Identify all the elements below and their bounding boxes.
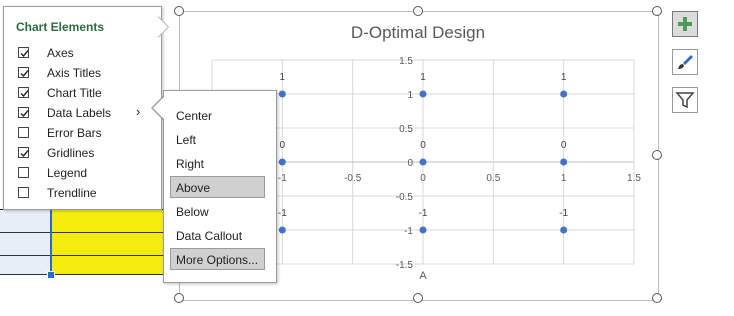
chart-filters-button[interactable] [672, 87, 698, 113]
chart-element-trendline[interactable]: Trendline [18, 183, 158, 203]
checkmark-icon [20, 150, 29, 158]
resize-handle-top-right[interactable] [652, 6, 662, 16]
chart-element-chart-title[interactable]: Chart Title [18, 83, 158, 103]
data-label: 1 [561, 72, 567, 83]
resize-handle-bottom-right[interactable] [652, 293, 662, 303]
data-point [278, 158, 286, 166]
tick-labels: -1 -0.5 0 0.5 1 1.5 1.5 1 0.5 0 -0.5 -1 -1.5 [278, 56, 642, 271]
data-point [278, 90, 286, 98]
checkbox[interactable] [18, 87, 29, 98]
data-label: -1 [419, 208, 428, 219]
data-point [560, 226, 568, 234]
data-label-option-center[interactable]: Center [170, 104, 265, 126]
data-label: 0 [561, 140, 567, 151]
resize-handle-top-left[interactable] [174, 6, 184, 16]
data-label: 1 [280, 72, 286, 83]
chart-elements-title: Chart Elements [16, 20, 105, 34]
chart-elements-button[interactable] [672, 11, 698, 37]
data-label-option-right[interactable]: Right [170, 152, 265, 174]
x-tick-label: 1 [561, 173, 567, 184]
flyout-pointer-fill [158, 17, 168, 37]
data-point [419, 226, 427, 234]
data-point [278, 226, 286, 234]
x-tick-label: 0.5 [486, 173, 500, 184]
checkbox[interactable] [18, 47, 29, 58]
checkmark-icon [20, 70, 29, 78]
y-tick-label: 0 [407, 158, 413, 169]
plus-icon [678, 17, 692, 31]
checkmark-icon [20, 90, 29, 98]
chart-element-label: Gridlines [47, 146, 95, 160]
y-tick-label: -1 [404, 226, 413, 237]
y-tick-label: -1.5 [396, 260, 414, 271]
data-label: -1 [559, 208, 568, 219]
chart-element-label: Axis Titles [47, 66, 102, 80]
resize-handle-bottom[interactable] [413, 293, 423, 303]
checkbox[interactable] [18, 127, 29, 138]
x-tick-label: -0.5 [344, 173, 362, 184]
chart-element-label: Legend [47, 166, 88, 180]
data-label-option-more-options[interactable]: More Options... [170, 248, 265, 270]
x-tick-label: 1.5 [627, 173, 641, 184]
data-label-option-below[interactable]: Below [170, 200, 265, 222]
checkbox[interactable] [18, 147, 29, 158]
chart-elements-panel: Chart Elements Axes Axis Titles Chart Titl… [3, 6, 162, 210]
resize-handle-right[interactable] [652, 150, 662, 160]
chart-element-label: Axes [47, 46, 74, 60]
chart-element-legend[interactable]: Legend [18, 163, 158, 183]
y-tick-label: -0.5 [396, 192, 414, 203]
resize-handle-bottom-left[interactable] [174, 293, 184, 303]
data-point [560, 90, 568, 98]
data-point [560, 158, 568, 166]
y-tick-label: 0.5 [399, 124, 413, 135]
y-tick-label: 1 [407, 90, 413, 101]
x-axis-title: A [419, 270, 427, 282]
resize-handle-top[interactable] [413, 6, 423, 16]
checkmark-icon [20, 110, 29, 118]
chart-styles-button[interactable] [672, 49, 698, 75]
chart-element-axes[interactable]: Axes [18, 43, 158, 63]
x-tick-label: -1 [278, 173, 287, 184]
chart-element-label: Trendline [47, 186, 97, 200]
x-tick-label: 0 [420, 173, 426, 184]
submenu-pointer-fill [153, 97, 164, 119]
chart-element-data-labels[interactable]: Data Labels › [18, 103, 158, 123]
data-labels-submenu: Center Left Right Above Below Data Callout Mor… [163, 90, 277, 283]
data-point [419, 158, 427, 166]
chart-element-error-bars[interactable]: Error Bars [18, 123, 158, 143]
chart-element-label: Error Bars [47, 126, 102, 140]
data-label-option-data-callout[interactable]: Data Callout [170, 224, 265, 246]
checkbox[interactable] [18, 67, 29, 78]
chart-element-gridlines[interactable]: Gridlines [18, 143, 158, 163]
checkbox[interactable] [18, 187, 29, 198]
data-label: -1 [278, 208, 287, 219]
checkbox[interactable] [18, 167, 29, 178]
checkmark-icon [20, 50, 29, 58]
checkbox[interactable] [18, 107, 29, 118]
data-point [419, 90, 427, 98]
data-label-option-left[interactable]: Left [170, 128, 265, 150]
data-label-option-above[interactable]: Above [170, 176, 265, 198]
data-label: 1 [420, 72, 426, 83]
y-tick-label: 1.5 [399, 56, 413, 67]
data-label: 0 [280, 140, 286, 151]
paintbrush-icon [678, 55, 693, 69]
data-label: 0 [420, 140, 426, 151]
chart-element-label: Chart Title [47, 86, 102, 100]
chart-element-axis-titles[interactable]: Axis Titles [18, 63, 158, 83]
funnel-icon [675, 92, 695, 109]
chart-element-label: Data Labels [47, 106, 112, 120]
chevron-right-icon[interactable]: › [136, 104, 140, 119]
